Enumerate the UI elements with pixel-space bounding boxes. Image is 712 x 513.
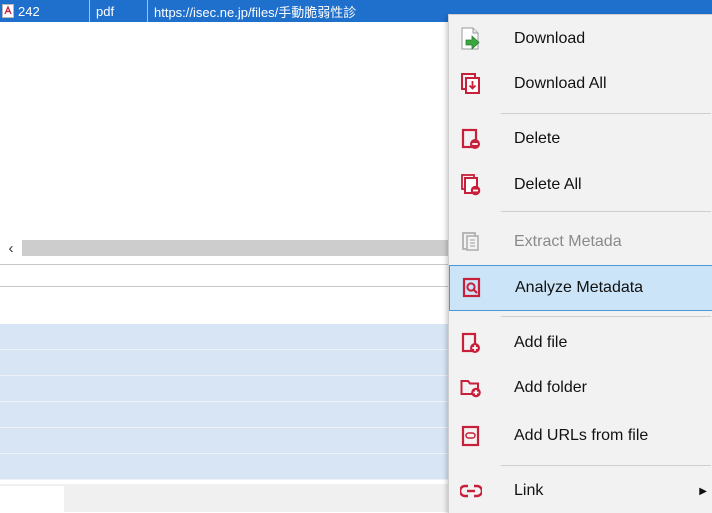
menu-item-add-file[interactable]: Add file <box>449 321 712 365</box>
status-field <box>0 486 64 512</box>
menu-item-label: Add URLs from file <box>514 427 649 444</box>
menu-item-analyze-metadata[interactable]: Analyze Metadata <box>449 265 712 311</box>
extract-metadata-icon <box>459 230 483 254</box>
menu-item-add-folder[interactable]: Add folder <box>449 366 712 410</box>
pdf-file-icon <box>2 4 14 18</box>
menu-separator <box>501 316 711 317</box>
menu-item-label: Download <box>514 30 586 47</box>
analyze-metadata-icon <box>460 276 484 300</box>
menu-item-download-all[interactable]: Download All <box>449 62 712 106</box>
row-type-text: pdf <box>96 3 115 19</box>
menu-item-label: Add folder <box>514 379 587 396</box>
menu-item-delete-all[interactable]: Delete All <box>449 163 712 207</box>
menu-item-label: Extract Metada <box>514 233 622 250</box>
link-icon <box>459 479 483 503</box>
scroll-left-icon[interactable]: ‹ <box>0 238 22 258</box>
cell-type[interactable]: pdf <box>90 0 148 22</box>
menu-item-download[interactable]: Download <box>449 17 712 61</box>
add-folder-icon <box>459 376 483 400</box>
horizontal-scrollbar[interactable]: ‹ <box>0 238 450 258</box>
submenu-arrow-icon: ▶ <box>699 485 707 497</box>
list-item[interactable] <box>0 402 450 428</box>
menu-item-extract-metadata[interactable]: Extract Metada <box>449 220 712 264</box>
pane-divider <box>0 286 450 287</box>
add-file-icon <box>459 331 483 355</box>
row-url-text: https://isec.ne.jp/files/手動脆弱性診 <box>154 4 357 20</box>
menu-item-label: Download All <box>514 75 607 92</box>
pane-divider <box>0 264 450 265</box>
list-item[interactable] <box>0 324 450 350</box>
download-all-icon <box>459 72 483 96</box>
menu-separator <box>501 465 711 466</box>
delete-all-icon <box>459 173 483 197</box>
list-item[interactable] <box>0 454 450 480</box>
delete-icon <box>459 127 483 151</box>
menu-item-label: Delete All <box>514 176 582 193</box>
menu-separator <box>501 113 711 114</box>
metadata-list <box>0 324 450 480</box>
context-menu: Download Download All Delete Delete All … <box>448 14 712 513</box>
list-item[interactable] <box>0 350 450 376</box>
add-urls-icon <box>459 424 483 448</box>
menu-item-link[interactable]: Link ▶ <box>449 469 712 513</box>
menu-separator <box>501 211 711 212</box>
row-id-text: 242 <box>18 3 40 19</box>
cell-id[interactable]: 242 <box>0 0 90 22</box>
list-item[interactable] <box>0 376 450 402</box>
status-area <box>0 484 450 512</box>
menu-item-label: Delete <box>514 130 561 147</box>
list-item[interactable] <box>0 428 450 454</box>
menu-item-label: Link <box>514 482 544 499</box>
download-icon <box>459 27 483 51</box>
menu-item-label: Analyze Metadata <box>515 279 644 296</box>
menu-item-delete[interactable]: Delete <box>449 117 712 161</box>
menu-item-add-urls[interactable]: Add URLs from file <box>449 414 712 458</box>
scrollbar-thumb[interactable] <box>22 240 450 256</box>
menu-item-label: Add file <box>514 334 568 351</box>
